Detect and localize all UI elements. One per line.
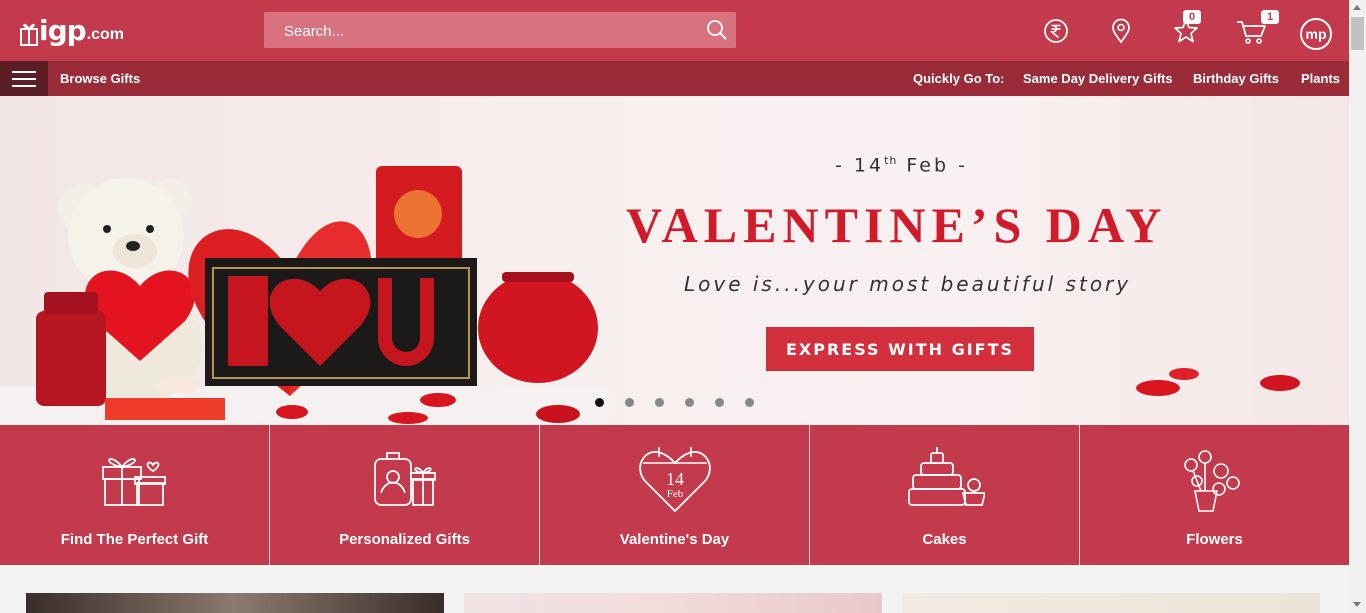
promo-card-3[interactable]: [902, 593, 1320, 613]
scrollbar-thumb[interactable]: [1351, 17, 1364, 50]
nav-link-plants[interactable]: Plants: [1301, 71, 1340, 86]
category-label: Personalized Gifts: [339, 531, 470, 548]
category-find-perfect-gift[interactable]: Find The Perfect Gift: [0, 425, 270, 565]
category-label: Valentine's Day: [619, 531, 730, 548]
scroll-down-arrow-icon[interactable]: [1353, 602, 1361, 607]
cake-icon: [907, 447, 985, 506]
logo-mark: igp: [39, 14, 87, 47]
logo-gift-icon: [20, 23, 38, 46]
category-valentines-day[interactable]: 14 Feb Valentine's Day: [540, 425, 810, 565]
category-tiles: Find The Perfect Gift Personalized Gifts…: [0, 425, 1349, 565]
carousel-dot-6[interactable]: [745, 398, 754, 407]
hero-banner[interactable]: - 14th Feb - VALENTINE’S DAY Love is...y…: [0, 96, 1349, 425]
hero-date-sup: th: [884, 154, 898, 167]
hero-date-suffix: Feb -: [897, 154, 968, 177]
product-cards-row: [0, 565, 1349, 613]
flowers-icon: [1183, 450, 1240, 512]
scroll-up-arrow-icon[interactable]: [1353, 5, 1361, 10]
location-pin-icon[interactable]: [1107, 17, 1135, 45]
carousel-dot-4[interactable]: [685, 398, 694, 407]
hero-title: VALENTINE’S DAY: [626, 197, 1168, 253]
igp-logo[interactable]: igp .com: [20, 12, 124, 46]
nav-link-same-day-delivery[interactable]: Same Day Delivery Gifts: [1023, 71, 1173, 86]
hero-date: - 14th Feb -: [835, 154, 968, 176]
carousel-dot-5[interactable]: [715, 398, 724, 407]
category-label: Flowers: [1186, 531, 1243, 548]
page-scrollbar[interactable]: [1349, 0, 1366, 613]
currency-rupee-icon[interactable]: [1042, 17, 1070, 45]
user-avatar[interactable]: mp: [1300, 18, 1332, 50]
nav-link-birthday-gifts[interactable]: Birthday Gifts: [1193, 71, 1279, 86]
gift-icon: [101, 458, 166, 506]
hero-date-prefix: - 14: [835, 154, 885, 177]
promo-card-2[interactable]: [464, 593, 882, 613]
calendar-day-text: 14: [666, 469, 684, 489]
quick-go-label: Quickly Go To:: [913, 71, 1005, 86]
cart-count-badge: 1: [1261, 10, 1279, 24]
carousel-dot-1[interactable]: [595, 398, 604, 407]
logo-suffix: .com: [86, 26, 125, 43]
express-with-gifts-button[interactable]: EXPRESS WITH GIFTS: [766, 327, 1034, 371]
hero-tagline: Love is...your most beautiful story: [684, 272, 1132, 296]
wishlist-count-badge: 0: [1183, 10, 1201, 24]
category-flowers[interactable]: Flowers: [1080, 425, 1349, 565]
promo-card-1[interactable]: [26, 593, 444, 613]
search-bar: [264, 12, 736, 50]
rose-petals-decoration: [1136, 368, 1300, 396]
category-label: Find The Perfect Gift: [60, 531, 209, 548]
category-label: Cakes: [922, 531, 967, 548]
search-icon[interactable]: [706, 19, 728, 41]
calendar-month-text: Feb: [666, 488, 683, 500]
personalized-gift-icon: [373, 452, 436, 506]
nav-bar: Browse Gifts Quickly Go To: Same Day Del…: [0, 61, 1349, 96]
category-cakes[interactable]: Cakes: [810, 425, 1080, 565]
hamburger-menu-icon[interactable]: [0, 61, 48, 96]
carousel-dot-3[interactable]: [655, 398, 664, 407]
top-header: igp .com 0 1 mp: [0, 0, 1349, 61]
carousel-dots: [595, 398, 754, 407]
valentine-products-illustration: [0, 166, 610, 425]
category-personalized-gifts[interactable]: Personalized Gifts: [270, 425, 540, 565]
carousel-dot-2[interactable]: [625, 398, 634, 407]
browse-gifts-link[interactable]: Browse Gifts: [60, 71, 140, 86]
search-input[interactable]: [264, 12, 706, 50]
heart-calendar-icon: 14 Feb: [638, 447, 711, 513]
